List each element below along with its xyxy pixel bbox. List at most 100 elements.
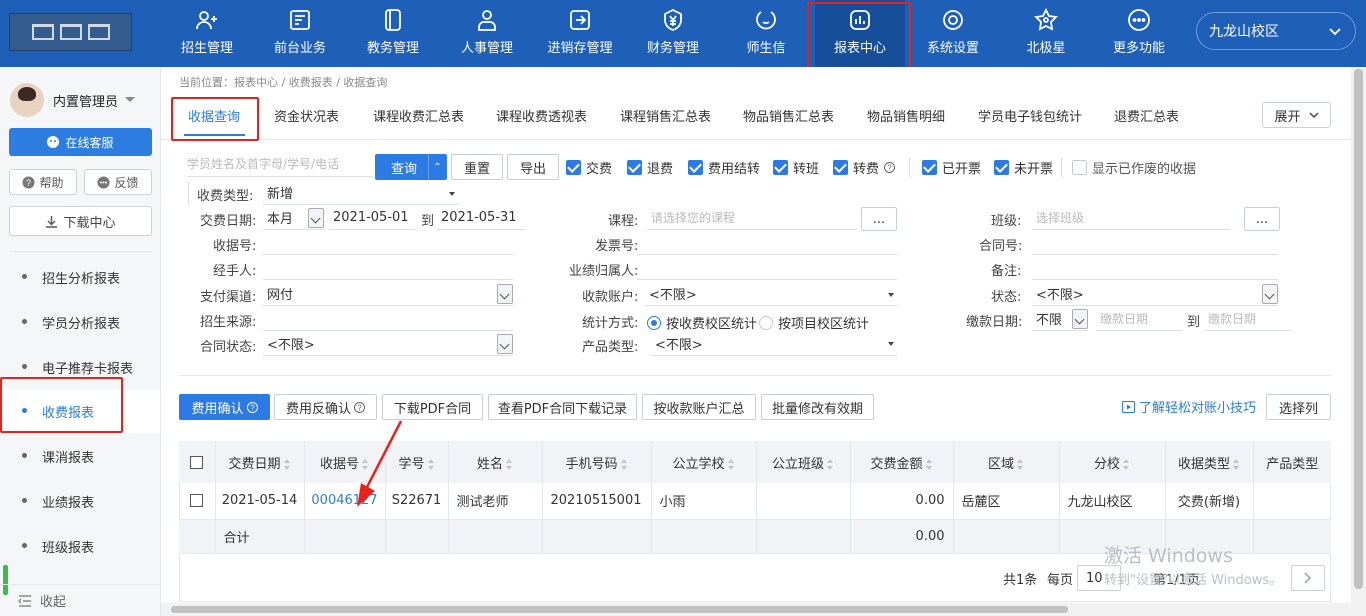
sidebar-item-student-analysis[interactable]: 学员分析报表 (0, 300, 160, 344)
class-picker[interactable]: 选择班级 (1032, 206, 1230, 230)
col-public-class[interactable]: 公立班级 (756, 441, 851, 483)
check-carryover[interactable]: 费用结转 (688, 158, 760, 177)
dropdown-arrow-icon[interactable] (308, 208, 324, 228)
dropdown-arrow-icon[interactable] (1262, 284, 1278, 304)
fee-confirm-button[interactable]: 费用确认 ? (179, 394, 270, 420)
col-public-school[interactable]: 公立学校 (651, 441, 757, 483)
course-picker-button[interactable]: ... (861, 207, 897, 231)
dropdown-arrow-icon[interactable] (497, 284, 513, 304)
reconcile-tips-link[interactable]: 了解轻松对账小技巧 (1122, 397, 1256, 416)
avatar[interactable] (10, 83, 44, 117)
performer-input[interactable] (637, 256, 897, 280)
next-page-button[interactable] (1291, 565, 1325, 591)
dropdown-arrow-icon[interactable] (497, 334, 513, 354)
radio-by-fee-campus[interactable]: 按收费校区统计 (647, 313, 757, 332)
remark-input[interactable] (1032, 256, 1278, 280)
query-button[interactable]: 查询 ⌃ (375, 154, 447, 180)
nav-settings[interactable]: 系统设置 (908, 0, 998, 67)
nav-messaging[interactable]: 师生信 (721, 0, 811, 67)
course-picker[interactable]: 请选择您的课程 (647, 206, 857, 230)
invoice-no-input[interactable] (637, 231, 897, 255)
expand-up-icon[interactable]: ⌃ (428, 155, 446, 179)
vertical-scrollbar[interactable] (1351, 67, 1366, 616)
status-select[interactable]: <不限> (1032, 282, 1278, 306)
tab-course-sales-summary[interactable]: 课程销售汇总表 (620, 106, 711, 125)
tab-wallet-stats[interactable]: 学员电子钱包统计 (978, 106, 1082, 125)
dropdown-arrow-icon[interactable] (1072, 309, 1088, 329)
pay-date-to-input[interactable]: 缴款日期 (1204, 307, 1292, 331)
source-input[interactable] (263, 307, 513, 331)
user-caret-icon[interactable] (125, 97, 135, 102)
nav-academic[interactable]: 教务管理 (348, 0, 438, 67)
nav-front-desk[interactable]: 前台业务 (255, 0, 345, 67)
check-show-void[interactable]: 显示已作废的收据 (1072, 158, 1196, 177)
expand-button[interactable]: 展开 (1262, 102, 1331, 128)
col-branch[interactable]: 分校 (1059, 441, 1166, 483)
product-type-select[interactable]: <不限> (651, 332, 897, 356)
view-pdf-log-button[interactable]: 查看PDF合同下载记录 (488, 394, 637, 420)
username[interactable]: 内置管理员 (53, 91, 118, 110)
tab-goods-sales-summary[interactable]: 物品销售汇总表 (743, 106, 834, 125)
tab-goods-sales-detail[interactable]: 物品销售明细 (867, 106, 945, 125)
col-product-type[interactable]: 产品类型 (1253, 441, 1331, 483)
brand-logo[interactable] (9, 13, 132, 51)
handler-input[interactable] (263, 256, 513, 280)
contract-status-select[interactable]: <不限> (263, 332, 513, 356)
sidebar-item-enrollment-analysis[interactable]: 招生分析报表 (0, 255, 160, 299)
class-picker-button[interactable]: ... (1244, 207, 1280, 231)
download-center-button[interactable]: 下载中心 (9, 206, 152, 236)
tab-refund-summary[interactable]: 退费汇总表 (1114, 106, 1179, 125)
pay-channel-select[interactable]: 网付 (263, 282, 513, 306)
fee-type-select[interactable]: 新增 (263, 181, 459, 205)
student-search-input[interactable]: 学员姓名及首字母/学号/电话 (187, 155, 373, 177)
date-to-input[interactable]: 2021-05-31 (437, 206, 525, 230)
check-invoiced[interactable]: 已开票 (922, 158, 981, 177)
receipt-no-input[interactable] (263, 231, 513, 255)
account-summary-button[interactable]: 按收款账户汇总 (642, 394, 756, 420)
campus-select[interactable]: 九龙山校区 (1196, 12, 1356, 50)
tab-course-fee-pivot[interactable]: 课程收费透视表 (496, 106, 587, 125)
choose-columns-button[interactable]: 选择列 (1266, 394, 1331, 420)
help-button[interactable]: ? 帮助 (9, 169, 77, 195)
nav-enrollment[interactable]: 招生管理 (162, 0, 252, 67)
export-button[interactable]: 导出 (507, 154, 559, 180)
nav-more[interactable]: 更多功能 (1094, 0, 1184, 67)
tab-course-fee-summary[interactable]: 课程收费汇总表 (373, 106, 464, 125)
col-date[interactable]: 交费日期 (215, 441, 305, 483)
sidebar-item-performance[interactable]: 业绩报表 (0, 479, 160, 523)
batch-modify-button[interactable]: 批量修改有效期 (761, 394, 874, 420)
fee-unconfirm-button[interactable]: 费用反确认 ? (274, 394, 377, 420)
check-transfer-fee[interactable]: 转费 ? (833, 158, 896, 177)
check-transfer-class[interactable]: 转班 (773, 158, 819, 177)
sidebar-item-class-consumption[interactable]: 课消报表 (0, 434, 160, 478)
contract-no-input[interactable] (1032, 231, 1278, 255)
check-not-invoiced[interactable]: 未开票 (994, 158, 1053, 177)
online-service-button[interactable]: 在线客服 (9, 128, 152, 156)
col-name[interactable]: 姓名 (448, 441, 543, 483)
col-region[interactable]: 区域 (953, 441, 1060, 483)
check-pay[interactable]: 交费 (566, 158, 612, 177)
collapse-sidebar-button[interactable]: 收起 (0, 584, 160, 616)
col-phone[interactable]: 手机号码 (542, 441, 652, 483)
radio-by-project-campus[interactable]: 按项目校区统计 (759, 313, 869, 332)
col-amount[interactable]: 交费金额 (850, 441, 954, 483)
pay-date-from-input[interactable]: 缴款日期 (1096, 307, 1182, 331)
download-pdf-button[interactable]: 下载PDF合同 (382, 394, 483, 420)
nav-inventory[interactable]: 进销存管理 (535, 0, 625, 67)
reset-button[interactable]: 重置 (451, 154, 503, 180)
scroll-thumb[interactable] (1354, 69, 1363, 589)
col-receipt-type[interactable]: 收据类型 (1165, 441, 1254, 483)
nav-polaris[interactable]: 北极星 (1001, 0, 1091, 67)
feedback-button[interactable]: 反馈 (84, 169, 152, 195)
date-from-input[interactable]: 2021-05-01 (329, 206, 415, 230)
sidebar-item-class-report[interactable]: 班级报表 (0, 524, 160, 568)
scroll-thumb[interactable] (171, 606, 1068, 613)
nav-finance[interactable]: 财务管理 (628, 0, 718, 67)
nav-hr[interactable]: 人事管理 (442, 0, 532, 67)
check-refund[interactable]: 退费 (627, 158, 673, 177)
tab-fund-status[interactable]: 资金状况表 (274, 106, 339, 125)
row-checkbox[interactable] (179, 483, 216, 520)
account-select[interactable]: <不限> (645, 282, 897, 306)
horizontal-scrollbar[interactable] (161, 603, 1351, 616)
select-all-checkbox[interactable] (179, 441, 216, 483)
